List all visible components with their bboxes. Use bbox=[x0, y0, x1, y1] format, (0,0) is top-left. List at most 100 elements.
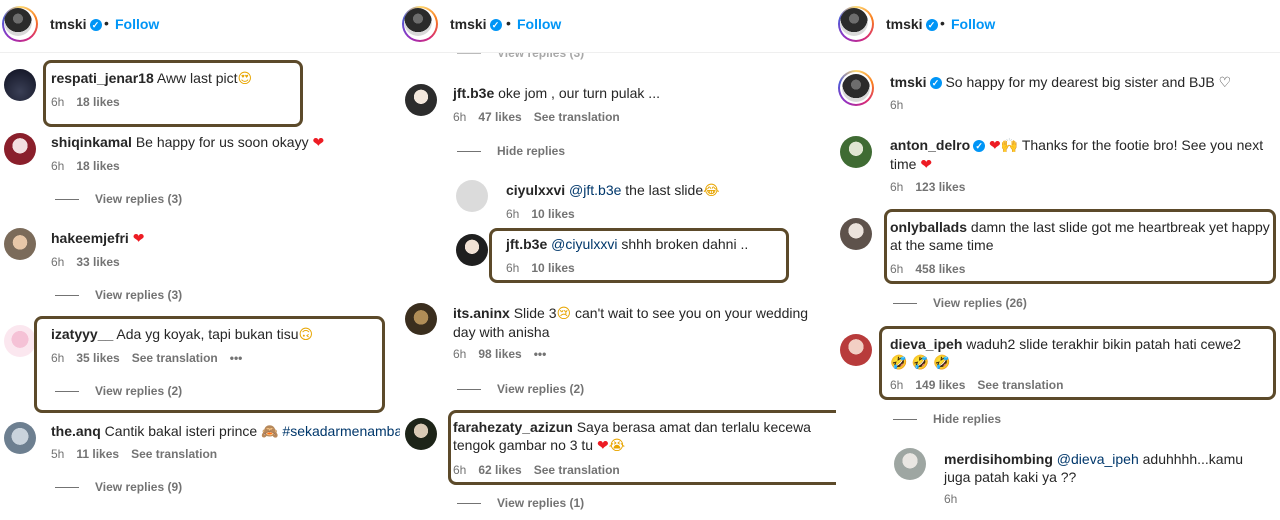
hashtag-link[interactable]: #sekadarmenambah bbox=[282, 423, 400, 439]
highlight-box bbox=[43, 60, 303, 127]
see-translation-button[interactable]: See translation bbox=[534, 110, 620, 124]
avatar[interactable] bbox=[405, 418, 437, 450]
comment-text: the.anq Cantik bakal isteri prince 🙈 #se… bbox=[51, 422, 400, 441]
avatar[interactable] bbox=[840, 218, 872, 250]
comment-meta: 6h 33 likes bbox=[51, 255, 132, 269]
comment-time[interactable]: 6h bbox=[51, 255, 64, 269]
comment-likes[interactable]: 18 likes bbox=[76, 159, 119, 173]
avatar[interactable] bbox=[405, 303, 437, 335]
comment-likes[interactable]: 98 likes bbox=[478, 347, 521, 361]
author-avatar[interactable] bbox=[838, 6, 874, 42]
comment-time[interactable]: 5h bbox=[51, 447, 64, 461]
comments-panel-3: tmski ✓ • Follow tmski ✓ So happy for my d… bbox=[836, 0, 1280, 520]
author-username[interactable]: tmski ✓ bbox=[50, 16, 102, 32]
reply-line bbox=[893, 303, 917, 305]
view-replies-button[interactable]: View replies (9) bbox=[55, 480, 182, 494]
comment-time[interactable]: 6h bbox=[51, 159, 64, 173]
heart-emoji-icon: ❤ bbox=[989, 138, 1001, 154]
avatar[interactable] bbox=[4, 422, 36, 454]
mention-link[interactable]: @jft.b3e bbox=[569, 182, 621, 198]
avatar[interactable] bbox=[4, 325, 36, 357]
comment-meta: 6h 10 likes bbox=[506, 207, 587, 221]
highlight-box bbox=[34, 316, 385, 413]
hide-replies-button[interactable]: Hide replies bbox=[893, 412, 1001, 426]
view-replies-button[interactable]: View replies (2) bbox=[457, 382, 584, 396]
comment-username[interactable]: the.anq bbox=[51, 423, 101, 439]
comment-text: its.aninx Slide 3😢 can't wait to see you… bbox=[453, 305, 809, 340]
comment-username[interactable]: hakeemjefri bbox=[51, 230, 129, 246]
mention-link[interactable]: @dieva_ipeh bbox=[1057, 451, 1139, 467]
comment-meta: 6h bbox=[944, 492, 969, 506]
comment-meta: 6h 123 likes bbox=[890, 180, 977, 194]
highlight-box bbox=[489, 228, 789, 283]
separator-dot: • bbox=[940, 15, 945, 31]
heart-emoji-icon: ❤ bbox=[132, 231, 145, 247]
post-header: tmski ✓ • Follow bbox=[836, 0, 1280, 53]
hide-replies-button[interactable]: Hide replies bbox=[457, 144, 565, 158]
comment-meta: 6h bbox=[890, 98, 915, 112]
verified-badge-icon: ✓ bbox=[925, 19, 938, 31]
view-replies-button[interactable]: View replies (1) bbox=[457, 496, 584, 510]
heart-emoji-icon: ❤ bbox=[920, 157, 933, 173]
follow-button[interactable]: Follow bbox=[951, 16, 995, 32]
separator-dot: • bbox=[506, 15, 511, 31]
highlight-box bbox=[879, 326, 1276, 400]
author-avatar[interactable] bbox=[838, 70, 874, 106]
comment-likes[interactable]: 33 likes bbox=[76, 255, 119, 269]
see-translation-button[interactable]: See translation bbox=[131, 447, 217, 461]
view-replies-button[interactable]: View replies (3) bbox=[55, 288, 182, 302]
comment-time[interactable]: 6h bbox=[890, 180, 903, 194]
follow-button[interactable]: Follow bbox=[115, 16, 159, 32]
comment-username[interactable]: merdisihombing bbox=[944, 451, 1053, 467]
author-avatar[interactable] bbox=[402, 6, 438, 42]
comment-username[interactable]: its.aninx bbox=[453, 305, 510, 321]
avatar[interactable] bbox=[4, 69, 36, 101]
avatar[interactable] bbox=[405, 84, 437, 116]
heart-outline-icon: ♡ bbox=[1218, 75, 1232, 91]
author-avatar[interactable] bbox=[2, 6, 38, 42]
tears-of-joy-emoji-icon: 😂 bbox=[703, 183, 720, 199]
comment-time[interactable]: 6h bbox=[890, 98, 903, 112]
reply-text: merdisihombing @dieva_ipeh aduhhhh...kam… bbox=[944, 451, 1244, 485]
comment-likes[interactable]: 123 likes bbox=[915, 180, 965, 194]
view-replies-button[interactable]: View replies (26) bbox=[893, 296, 1027, 310]
author-username[interactable]: tmski ✓ bbox=[886, 16, 938, 32]
avatar[interactable] bbox=[894, 448, 926, 480]
avatar[interactable] bbox=[840, 136, 872, 168]
comment-text: shiqinkamal Be happy for us soon okayy ❤ bbox=[51, 134, 325, 151]
comment-time[interactable]: 6h bbox=[944, 492, 957, 506]
reply-line bbox=[457, 151, 481, 153]
comments-panel-2: View replies (3) tmski ✓ • Follow jft.b3e… bbox=[400, 0, 836, 520]
caption-text: tmski ✓ So happy for my dearest big siste… bbox=[890, 74, 1232, 91]
comment-likes[interactable]: 11 likes bbox=[76, 447, 119, 461]
comment-likes[interactable]: 47 likes bbox=[478, 110, 521, 124]
comment-text: jft.b3e oke jom , our turn pulak ... bbox=[453, 85, 660, 101]
avatar[interactable] bbox=[456, 234, 488, 266]
avatar[interactable] bbox=[4, 228, 36, 260]
separator-dot: • bbox=[104, 15, 109, 31]
follow-button[interactable]: Follow bbox=[517, 16, 561, 32]
comment-likes[interactable]: 10 likes bbox=[531, 207, 574, 221]
more-options-icon[interactable]: ••• bbox=[534, 347, 547, 361]
avatar[interactable] bbox=[840, 334, 872, 366]
raising-hands-emoji-icon: 🙌 bbox=[1000, 138, 1019, 154]
view-replies-button[interactable]: View replies (3) bbox=[55, 192, 182, 206]
reply-line bbox=[457, 389, 481, 391]
comment-text: hakeemjefri ❤ bbox=[51, 229, 144, 248]
author-username[interactable]: tmski ✓ bbox=[450, 16, 502, 32]
comment-username[interactable]: shiqinkamal bbox=[51, 134, 132, 150]
comment-username[interactable]: tmski ✓ bbox=[890, 74, 942, 90]
comment-time[interactable]: 6h bbox=[453, 110, 466, 124]
comment-username[interactable]: anton_delro ✓ bbox=[890, 137, 986, 153]
comment-meta: 6h 98 likes ••• bbox=[453, 347, 558, 361]
reply-line bbox=[55, 295, 79, 297]
reply-line bbox=[457, 503, 481, 505]
comment-time[interactable]: 6h bbox=[453, 347, 466, 361]
avatar[interactable] bbox=[4, 133, 36, 165]
comment-username[interactable]: jft.b3e bbox=[453, 85, 494, 101]
verified-badge-icon: ✓ bbox=[489, 19, 502, 31]
comment-time[interactable]: 6h bbox=[506, 207, 519, 221]
comment-username[interactable]: ciyulxxvi bbox=[506, 182, 565, 198]
reply-line bbox=[55, 199, 79, 201]
avatar[interactable] bbox=[456, 180, 488, 212]
